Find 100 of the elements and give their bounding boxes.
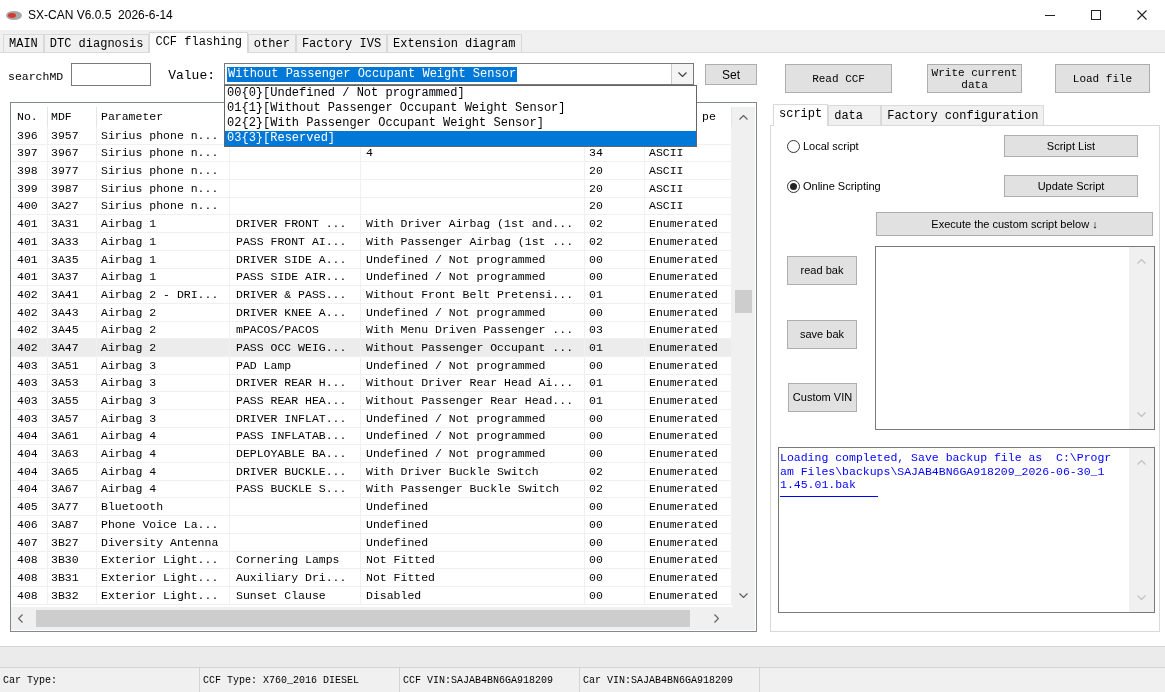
app-logo-icon (6, 10, 22, 20)
table-row[interactable]: 398 3977 Sirius phone n... 20 ASCII (11, 162, 732, 181)
dropdown-button[interactable] (671, 64, 694, 84)
close-icon (1137, 10, 1147, 20)
search-field[interactable] (71, 63, 152, 86)
table-cell: 3967 (48, 144, 97, 162)
table-cell: 404 (11, 427, 48, 445)
table-row[interactable]: 406 3A87 Phone Voice La... Undefined 00 Enumerated (11, 516, 732, 534)
table-cell: 3A31 (48, 215, 97, 233)
table-row[interactable]: 403 3A55 Airbag 3 PASS REAR HEA... Without Passenger Rear Head... 01 Enumerated (11, 392, 732, 410)
table-cell: 00 (585, 586, 645, 604)
table-cell: Airbag 4 (97, 445, 230, 463)
table-row[interactable]: 404 3A63 Airbag 4 DEPLOYABLE BA... Undefined / Not programmed 00 Enumerated (11, 445, 732, 464)
table-cell: 404 (11, 463, 48, 480)
scrollbar-thumb[interactable] (36, 610, 690, 627)
table-row[interactable]: 402 3A41 Airbag 2 - DRI... DRIVER & PASS... Without Front Belt Pretensi... 01 Enumerated (11, 286, 732, 304)
table-cell: DRIVER FRONT ... (230, 215, 361, 233)
table-row[interactable]: 408 3B31 Exterior Light... Auxiliary Dri... Not Fitted 00 Enumerated (11, 569, 732, 587)
table-cell: DRIVER BUCKLE... (230, 463, 361, 480)
status-text: CCF VIN:SAJAB4BN6GA918209 (403, 673, 554, 688)
table-cell: With Driver Airbag (1st and... (361, 215, 585, 233)
table-cell: 01 (585, 286, 645, 303)
window-title: SX-CAN V6.0.5 2026-6-14 (28, 7, 173, 24)
vertical-scrollbar[interactable] (732, 107, 755, 607)
table-cell: PAD Lamp (230, 356, 361, 374)
table-cell: 00 (585, 356, 645, 374)
tab[interactable]: other (247, 34, 296, 52)
tab[interactable]: CCF flashing (149, 32, 248, 53)
status-text: Car Type: (3, 673, 57, 688)
script-text-area[interactable] (875, 246, 1155, 430)
tab[interactable]: Factory configuration (881, 105, 1045, 125)
load-file-button[interactable]: Load file (1055, 64, 1151, 93)
table-cell: 3A41 (48, 286, 97, 303)
table-cell: 3A65 (48, 463, 97, 480)
radio-option[interactable]: Online Scripting (787, 177, 881, 195)
table-cell: 3A33 (48, 233, 97, 250)
table-cell: Airbag 3 (97, 392, 230, 409)
table-cell: PASS SIDE AIR... (230, 268, 361, 286)
tab[interactable]: DTC diagnosis (43, 34, 150, 52)
scroll-right-icon (714, 614, 719, 623)
table-cell: 3977 (48, 162, 97, 180)
table-cell: Sunset Clause (230, 586, 361, 604)
table-row[interactable]: 401 3A33 Airbag 1 PASS FRONT AI... With Passenger Airbag (1st ... 02 Enumerated (11, 233, 732, 251)
table-row[interactable]: 404 3A65 Airbag 4 DRIVER BUCKLE... With Driver Buckle Switch 02 Enumerated (11, 463, 732, 481)
tab[interactable]: Factory IVS (295, 34, 388, 52)
table-cell: 00 (585, 569, 645, 586)
horizontal-scrollbar[interactable] (11, 607, 732, 630)
table-cell: DRIVER REAR H... (230, 374, 361, 392)
table-cell: Without Passenger Occupant ... (361, 339, 585, 356)
table-cell: 3A77 (48, 498, 97, 516)
table-cell: 404 (11, 480, 48, 498)
table-cell: 02 (585, 215, 645, 233)
tab[interactable]: data (828, 105, 882, 125)
table-cell: 3A43 (48, 303, 97, 321)
table-cell: 00 (585, 516, 645, 533)
tab[interactable]: script (773, 104, 829, 126)
table-cell: 3957 (48, 127, 97, 144)
custom-vin-button[interactable]: Custom VIN (788, 383, 857, 412)
table-row[interactable]: 405 3A77 Bluetooth Undefined 00 Enumerated (11, 498, 732, 517)
scroll-down-icon (1137, 595, 1146, 600)
execute-script-button[interactable]: Execute the custom script below ↓ (876, 212, 1153, 236)
script-list-button[interactable]: Script List (1004, 135, 1138, 157)
table-row[interactable]: 401 3A31 Airbag 1 DRIVER FRONT ... With Driver Airbag (1st and... 02 Enumerated (11, 215, 732, 234)
table-row[interactable]: 402 3A47 Airbag 2 PASS OCC WEIG... Without Passenger Occupant ... 01 Enumerated (11, 339, 732, 357)
table-cell: 20 (585, 180, 645, 197)
table-cell: PASS FRONT AI... (230, 233, 361, 250)
table-row[interactable]: 403 3A57 Airbag 3 DRIVER INFLAT... Undefined / Not programmed 00 Enumerated (11, 410, 732, 428)
table-cell: PASS INFLATAB... (230, 427, 361, 445)
table-cell: 402 (11, 286, 48, 303)
read-ccf-button[interactable]: Read CCF (785, 64, 893, 93)
table-cell: 396 (11, 127, 48, 144)
tab[interactable]: MAIN (3, 34, 44, 52)
table-cell: Airbag 4 (97, 480, 230, 498)
scroll-left-icon (18, 614, 23, 623)
table-cell: DEPLOYABLE BA... (230, 445, 361, 463)
minimize-icon (1045, 14, 1055, 16)
table-row[interactable]: 399 3987 Sirius phone n... 20 ASCII (11, 180, 732, 198)
save-bak-button[interactable]: save bak (787, 320, 857, 349)
table-cell: 404 (11, 445, 48, 463)
write-data-button[interactable]: Write current data (927, 64, 1023, 93)
table-cell: 3987 (48, 180, 97, 197)
scroll-up-icon (1137, 259, 1146, 264)
table-cell: 3A35 (48, 250, 97, 268)
table-cell: 3A37 (48, 268, 97, 286)
table-cell: 00 (585, 498, 645, 516)
search-label: searchMD (8, 69, 64, 85)
table-cell: 00 (585, 533, 645, 551)
table-cell: 408 (11, 551, 48, 569)
table-cell: 3A51 (48, 356, 97, 374)
set-button[interactable]: Set (705, 64, 758, 85)
table-cell: 34 (585, 144, 645, 162)
table-cell: 403 (11, 392, 48, 409)
scroll-down-icon (1137, 412, 1146, 417)
radio-option[interactable]: Local script (787, 137, 859, 155)
table-cell: With Passenger Airbag (1st ... (361, 233, 585, 250)
table-cell: Undefined (361, 498, 585, 516)
tab[interactable]: Extension diagram (387, 34, 522, 52)
update-script-button[interactable]: Update Script (1004, 175, 1138, 197)
scrollbar-thumb[interactable] (735, 290, 752, 313)
read-bak-button[interactable]: read bak (787, 256, 857, 285)
